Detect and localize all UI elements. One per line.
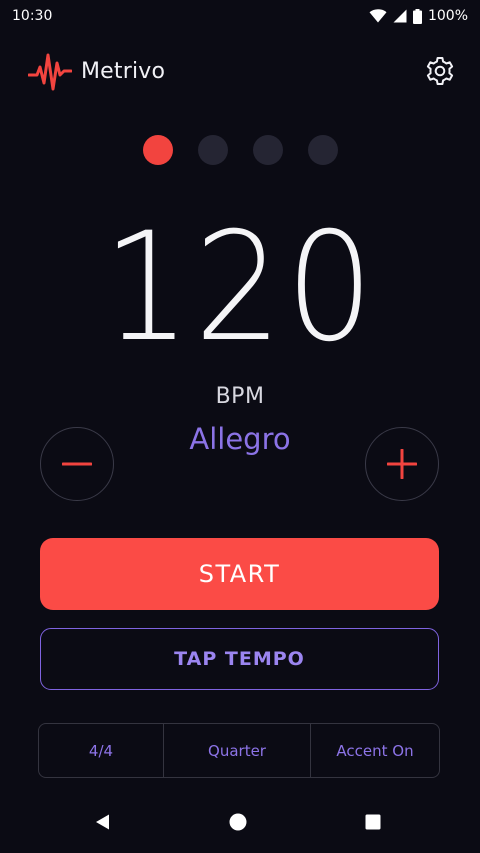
tap-tempo-button[interactable]: TAP TEMPO [40,628,439,690]
increase-tempo-button[interactable] [365,427,439,501]
beat-dot-3 [252,135,283,165]
beat-indicator [0,135,480,165]
nav-back-button[interactable] [83,802,123,842]
system-nav-bar [0,790,480,853]
nav-recents-button[interactable] [353,802,393,842]
battery-icon [412,8,422,24]
status-icons: 100% [369,8,468,24]
back-triangle-icon [96,814,109,829]
settings-button[interactable] [422,53,458,89]
app-title: Metrivo [81,58,166,84]
battery-level: 100% [427,8,468,24]
wifi-icon [369,9,387,23]
minus-icon [62,462,92,466]
status-bar: 10:30 100% [0,0,480,32]
decrease-tempo-button[interactable] [40,427,114,501]
app-header: Metrivo [0,44,480,98]
bpm-unit-label: BPM [215,384,265,409]
plus-icon [387,449,417,479]
pulse-waveform-icon [28,49,72,93]
time-signature-option[interactable]: 4/4 [39,724,163,777]
beat-dot-1 [142,135,173,165]
bpm-value: 120 [102,201,378,375]
start-button[interactable]: START [40,538,439,610]
home-circle-icon [229,813,247,830]
signal-icon [393,9,407,23]
options-bar: 4/4 Quarter Accent On [38,723,440,778]
accent-option[interactable]: Accent On [310,724,439,777]
status-time: 10:30 [12,8,53,24]
subdivision-option[interactable]: Quarter [163,724,310,777]
beat-dot-4 [307,135,338,165]
gear-icon [426,57,454,85]
recents-square-icon [365,814,381,829]
nav-home-button[interactable] [218,802,258,842]
beat-dot-2 [197,135,228,165]
